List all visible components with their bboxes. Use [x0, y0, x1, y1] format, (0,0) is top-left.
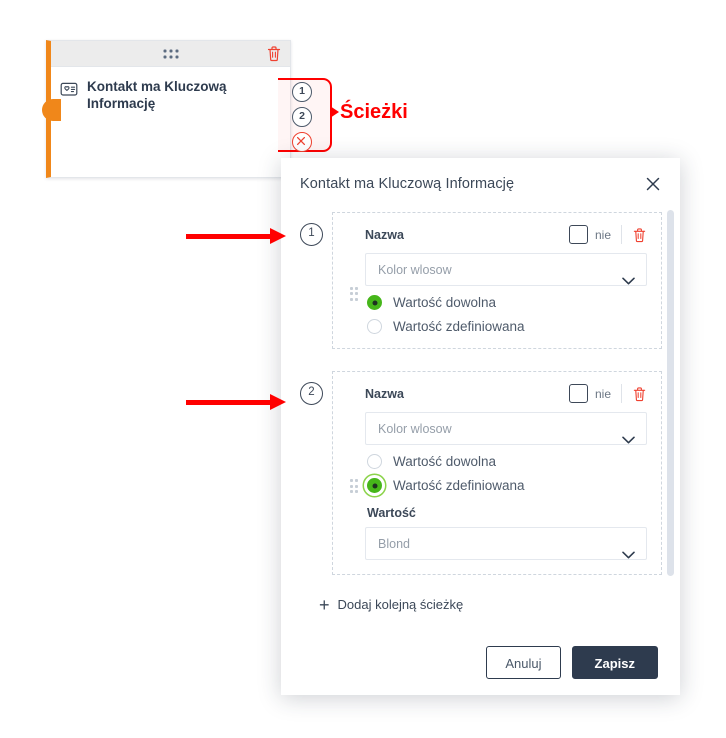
modal-scrollbar[interactable] [667, 210, 674, 576]
field-select[interactable]: Kolor wlosow [365, 253, 647, 286]
flow-node-title: Kontakt ma Kluczową Informację [87, 79, 227, 111]
radio-any-value-input[interactable] [367, 454, 382, 469]
path-row: 2 Nazwa nie Kolor wlosow Wartość dowolna… [300, 371, 662, 575]
drag-handle-dots-icon[interactable] [343, 479, 365, 493]
radio-any-value[interactable]: Wartość dowolna [365, 295, 647, 310]
flow-node-card[interactable]: Kontakt ma Kluczową Informację [42, 40, 291, 178]
radio-any-value-label: Wartość dowolna [393, 454, 497, 469]
node-path-badges: 1 2 [285, 82, 319, 152]
field-select[interactable]: Kolor wlosow [365, 412, 647, 445]
divider [621, 225, 622, 244]
chevron-down-icon [622, 266, 635, 299]
path-fields: Kolor wlosow Wartość dowolna Wartość zde… [365, 253, 647, 334]
value-select[interactable]: Blond [365, 527, 647, 560]
contact-card-heart-icon [59, 79, 79, 99]
path-row: 1 Nazwa nie Kolor wlosow Wartość dowolna… [300, 212, 662, 349]
path-index-badge: 1 [300, 223, 323, 246]
cancel-button[interactable]: Anuluj [486, 646, 561, 679]
plus-icon: + [319, 594, 330, 615]
path-settings-modal: Kontakt ma Kluczową Informację 1 Nazwa n… [281, 158, 680, 695]
radio-defined-value-label: Wartość zdefiniowana [393, 319, 525, 334]
modal-title: Kontakt ma Kluczową Informację [300, 176, 515, 192]
drag-handle-dots-icon[interactable] [163, 49, 178, 58]
negate-label: nie [594, 227, 611, 242]
flow-node[interactable]: Kontakt ma Kluczową Informację 1 2 [42, 40, 312, 178]
path-name-label: Nazwa [365, 386, 404, 401]
path-fields: Kolor wlosow Wartość dowolna Wartość zde… [365, 412, 647, 560]
path-card-body: Kolor wlosow Wartość dowolna Wartość zde… [343, 253, 647, 334]
flow-node-body: Kontakt ma Kluczową Informację [51, 67, 290, 112]
divider [621, 384, 622, 403]
path-card-body: Kolor wlosow Wartość dowolna Wartość zde… [343, 412, 647, 560]
path-card: Nazwa nie Kolor wlosow Wartość dowolna W… [332, 212, 662, 349]
save-button[interactable]: Zapisz [571, 646, 658, 679]
path-index-badge: 2 [300, 382, 323, 405]
modal-footer: Anuluj Zapisz [281, 646, 680, 679]
radio-defined-value-input[interactable] [367, 478, 382, 493]
radio-defined-value[interactable]: Wartość zdefiniowana [365, 319, 647, 334]
path-card-header: Nazwa nie [343, 225, 647, 244]
annotation-bracket-tip [330, 106, 339, 118]
negate-label: nie [594, 386, 611, 401]
node-input-connector[interactable] [42, 99, 61, 121]
path-badge-2[interactable]: 2 [292, 107, 312, 127]
chevron-down-icon [622, 540, 635, 573]
radio-any-value-input[interactable] [367, 295, 382, 310]
add-path-label: Dodaj kolejną ścieżkę [337, 597, 464, 612]
trash-icon[interactable] [266, 45, 282, 62]
close-icon[interactable] [643, 174, 663, 194]
radio-defined-value[interactable]: Wartość zdefiniowana [365, 478, 647, 493]
arrow-to-path-1 [186, 228, 286, 244]
modal-header: Kontakt ma Kluczową Informację [281, 158, 680, 202]
modal-body: 1 Nazwa nie Kolor wlosow Wartość dowolna… [281, 202, 680, 620]
path-card-header: Nazwa nie [343, 384, 647, 403]
arrow-to-path-2 [186, 394, 286, 410]
radio-defined-value-input[interactable] [367, 319, 382, 334]
value-label: Wartość [367, 506, 416, 520]
negate-checkbox[interactable] [568, 384, 588, 403]
add-path-button[interactable]: + Dodaj kolejną ścieżkę [319, 594, 662, 615]
flow-node-header[interactable] [51, 41, 290, 67]
path-badge-close[interactable] [292, 132, 312, 152]
drag-handle-dots-icon[interactable] [343, 286, 365, 301]
path-badge-1[interactable]: 1 [292, 82, 312, 102]
radio-defined-value-label: Wartość zdefiniowana [393, 478, 525, 493]
radio-any-value-label: Wartość dowolna [393, 295, 497, 310]
annotation-label-sciezki: Ścieżki [340, 101, 408, 123]
radio-any-value[interactable]: Wartość dowolna [365, 454, 647, 469]
negate-checkbox[interactable] [568, 225, 588, 244]
trash-icon[interactable] [632, 227, 647, 243]
chevron-down-icon [622, 425, 635, 458]
path-card: Nazwa nie Kolor wlosow Wartość dowolna W… [332, 371, 662, 575]
trash-icon[interactable] [632, 386, 647, 402]
path-name-label: Nazwa [365, 227, 404, 242]
